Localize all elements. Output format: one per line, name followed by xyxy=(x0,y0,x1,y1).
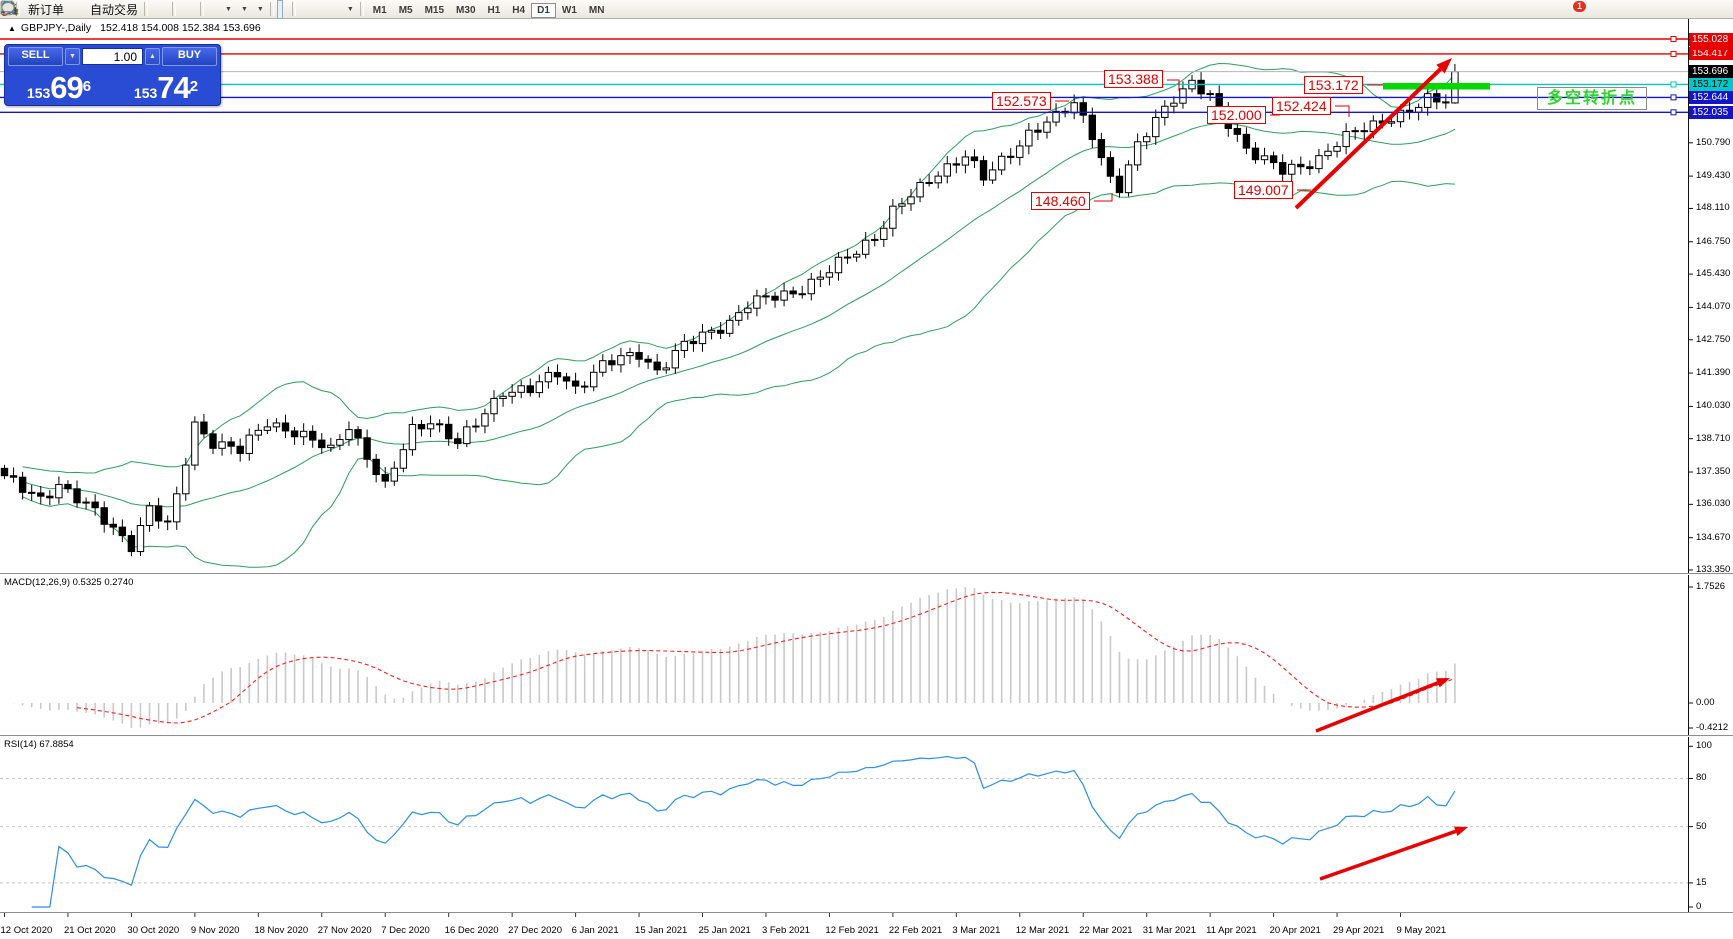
rsi-axis-tick: 15 xyxy=(1696,877,1707,888)
price-axis-tick: 142.750 xyxy=(1696,334,1730,345)
price-annotation-label[interactable]: 152.573 xyxy=(992,92,1051,110)
sell-price[interactable]: 153696 xyxy=(8,67,110,104)
price-annotation-label[interactable]: 148.460 xyxy=(1031,192,1090,210)
date-axis-label: 29 Apr 2021 xyxy=(1333,925,1384,936)
rsi-pane-label: RSI(14) 67.8854 xyxy=(4,739,74,750)
buy-price-sup: 2 xyxy=(190,67,198,107)
date-axis-label: 18 Nov 2020 xyxy=(254,925,308,936)
macd-axis-tick: 1.7526 xyxy=(1696,581,1725,592)
price-annotation-label[interactable]: 153.388 xyxy=(1104,70,1163,88)
buy-price-prefix: 153 xyxy=(134,82,157,104)
sell-price-sup: 6 xyxy=(83,67,91,107)
date-axis-label: 21 Oct 2020 xyxy=(64,925,116,936)
price-annotation-label[interactable]: 152.000 xyxy=(1207,106,1266,124)
price-annotation-label[interactable]: 149.007 xyxy=(1234,181,1293,199)
date-axis-label: 7 Dec 2020 xyxy=(381,925,430,936)
date-axis-label: 6 Jan 2021 xyxy=(572,925,619,936)
buy-price-big: 74 xyxy=(157,71,189,104)
sell-price-prefix: 153 xyxy=(27,82,50,104)
rsi-axis-tick: 100 xyxy=(1696,740,1712,751)
date-axis-label: 22 Feb 2021 xyxy=(889,925,942,936)
volume-down-button[interactable]: ▼ xyxy=(65,48,80,65)
price-axis-tick: 141.390 xyxy=(1696,367,1730,378)
date-axis-label: 9 Nov 2020 xyxy=(191,925,240,936)
date-axis-label: 27 Nov 2020 xyxy=(318,925,372,936)
annotation-lead xyxy=(1167,80,1179,91)
price-axis-line-label: 153.172 xyxy=(1689,78,1733,91)
date-axis-label: 30 Oct 2020 xyxy=(127,925,179,936)
price-axis-tick: 133.350 xyxy=(1696,564,1730,575)
chart-title: ▲ GBPJPY-,Daily 152.418 154.008 152.384 15… xyxy=(8,22,261,34)
price-axis-line-label: 152.644 xyxy=(1689,91,1733,104)
macd-axis-tick: -0.4212 xyxy=(1696,722,1728,733)
price-axis-tick: 146.750 xyxy=(1696,236,1730,247)
volume-input[interactable]: 1.00 xyxy=(82,48,143,65)
price-axis-tick: 136.030 xyxy=(1696,498,1730,509)
date-axis-label: 3 Feb 2021 xyxy=(762,925,810,936)
date-axis-label: 15 Jan 2021 xyxy=(635,925,687,936)
price-axis-tick: 149.430 xyxy=(1696,170,1730,181)
price-annotation-label[interactable]: 153.172 xyxy=(1304,76,1363,94)
macd-axis-tick: 0.00 xyxy=(1696,697,1715,708)
sell-button[interactable]: SELL xyxy=(8,47,63,66)
price-axis-tick: 140.030 xyxy=(1696,400,1730,411)
price-axis-line-label: 155.028 xyxy=(1689,33,1733,46)
rsi-axis-tick: 50 xyxy=(1696,821,1707,832)
date-axis-label: 12 Oct 2020 xyxy=(1,925,53,936)
date-axis-label: 27 Dec 2020 xyxy=(508,925,562,936)
price-axis-tick: 144.070 xyxy=(1696,301,1730,312)
bull-bear-turning-point-note[interactable]: 多空转折点 xyxy=(1537,87,1647,110)
chart-canvas[interactable] xyxy=(0,0,1733,939)
rsi-indicator xyxy=(0,757,1688,908)
one-click-trading-panel: SELL ▼ 1.00 ▲ BUY 153696 153742 xyxy=(4,44,221,106)
occluded-price-label xyxy=(1690,45,1733,50)
green-level-segment[interactable] xyxy=(1383,83,1490,90)
collapse-arrow-icon[interactable]: ▲ xyxy=(8,24,16,33)
date-axis-label: 12 Feb 2021 xyxy=(825,925,878,936)
date-axis-label: 11 Apr 2021 xyxy=(1206,925,1257,936)
date-axis-label: 12 Mar 2021 xyxy=(1016,925,1069,936)
price-axis-tick: 150.790 xyxy=(1696,137,1730,148)
price-axis-tick: 148.110 xyxy=(1696,202,1730,213)
sell-price-big: 69 xyxy=(50,71,82,104)
ohlc-values: 152.418 154.008 152.384 153.696 xyxy=(100,22,261,34)
candles xyxy=(1,64,1458,556)
price-axis-line-label: 152.035 xyxy=(1689,106,1733,119)
date-axis-label: 9 May 2021 xyxy=(1397,925,1447,936)
macd-pane-label: MACD(12,26,9) 0.5325 0.2740 xyxy=(4,577,133,588)
trend-arrow[interactable] xyxy=(1320,827,1468,879)
price-axis-tick: 137.350 xyxy=(1696,466,1730,477)
date-axis-label: 3 Mar 2021 xyxy=(952,925,1000,936)
date-axis-label: 22 Mar 2021 xyxy=(1079,925,1132,936)
date-axis-label: 16 Dec 2020 xyxy=(445,925,499,936)
rsi-axis-tick: 0 xyxy=(1696,901,1701,912)
macd-indicator xyxy=(5,587,1455,728)
date-axis-label: 25 Jan 2021 xyxy=(699,925,751,936)
price-axis-line-label: 153.696 xyxy=(1689,65,1733,78)
date-axis-label: 20 Apr 2021 xyxy=(1270,925,1321,936)
price-axis-tick: 134.670 xyxy=(1696,532,1730,543)
buy-price[interactable]: 153742 xyxy=(115,67,217,104)
price-annotation-label[interactable]: 152.424 xyxy=(1272,97,1331,115)
symbol-period-label: GBPJPY-,Daily xyxy=(21,22,91,34)
price-axis-tick: 138.710 xyxy=(1696,433,1730,444)
price-axis-tick: 145.430 xyxy=(1696,268,1730,279)
annotation-lead xyxy=(1335,106,1349,117)
volume-up-button[interactable]: ▲ xyxy=(145,48,160,65)
date-axis-label: 31 Mar 2021 xyxy=(1143,925,1196,936)
buy-button[interactable]: BUY xyxy=(162,47,217,66)
rsi-axis-tick: 80 xyxy=(1696,772,1707,783)
